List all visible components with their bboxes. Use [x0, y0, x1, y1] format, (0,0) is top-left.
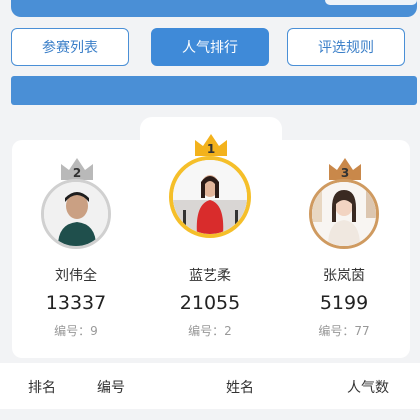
header-name: 姓名: [226, 380, 254, 396]
vote-count: 13337: [45, 292, 107, 314]
header-rank: 排名: [28, 380, 56, 396]
tab-selection-rules[interactable]: 评选规则: [287, 28, 405, 66]
avatar-first: [169, 156, 251, 238]
tab-contestant-list[interactable]: 参赛列表: [11, 28, 129, 66]
top-header-bar: [11, 0, 417, 17]
tab-popularity-ranking[interactable]: 人气排行: [151, 28, 269, 66]
contestant-name: 张岚茵: [323, 268, 365, 284]
header-votes: 人气数: [347, 380, 389, 396]
rank-badge: 2: [73, 166, 81, 180]
contestant-number: 编号：9: [54, 324, 98, 338]
avatar-second: [41, 179, 111, 249]
crown-icon: 1: [195, 134, 227, 156]
rank-badge: 1: [207, 142, 215, 156]
rank-badge: 3: [341, 166, 349, 180]
avatar-third: [309, 179, 379, 249]
tab-bar: 参赛列表 人气排行 评选规则: [11, 28, 417, 68]
contestant-number: 编号：77: [318, 324, 370, 338]
contestant-number: 编号：2: [188, 324, 232, 338]
contestant-name: 刘伟全: [55, 268, 97, 284]
header-pill: [325, 0, 417, 5]
vote-count: 21055: [179, 292, 241, 314]
vote-count: 5199: [319, 292, 369, 314]
ranking-table-header: 排名 编号 姓名 人气数: [0, 363, 420, 409]
header-number: 编号: [97, 380, 125, 396]
contestant-name: 蓝艺柔: [189, 268, 231, 284]
banner-bar: [11, 76, 417, 105]
